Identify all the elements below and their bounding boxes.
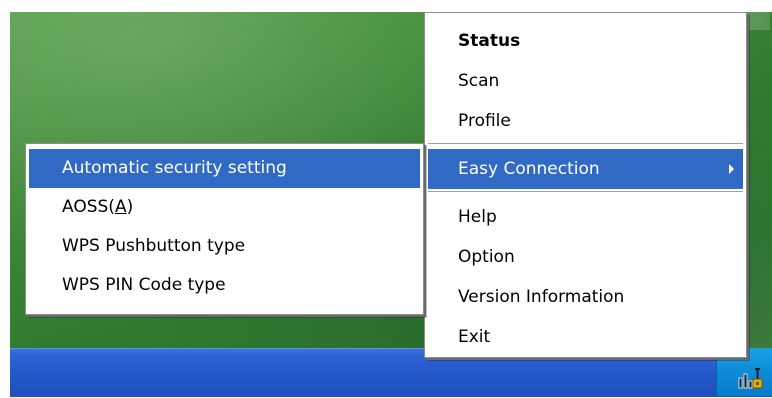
menu-separator — [428, 143, 743, 145]
menu-item-option[interactable]: Option — [425, 237, 746, 277]
menu-item-profile[interactable]: Profile — [425, 101, 746, 141]
wireless-signal-icon[interactable] — [738, 366, 764, 390]
wireless-signal-icon-graphic — [738, 368, 763, 389]
submenu-item-wps-pushbutton[interactable]: WPS Pushbutton type — [26, 227, 423, 266]
menu-item-scan[interactable]: Scan — [425, 61, 746, 101]
submenu-arrow-icon — [729, 164, 734, 174]
submenu-item-aoss-accelerator: A — [114, 197, 127, 217]
menu-item-version-information[interactable]: Version Information — [425, 277, 746, 317]
submenu-item-aoss-suffix: ) — [126, 197, 134, 217]
menu-separator — [428, 191, 743, 193]
menu-item-help[interactable]: Help — [425, 197, 746, 237]
menu-item-status[interactable]: Status — [425, 21, 746, 61]
menu-item-exit[interactable]: Exit — [425, 317, 746, 357]
submenu-item-automatic-security-setting[interactable]: Automatic security setting — [29, 149, 420, 188]
easy-connection-submenu: Automatic security setting AOSS(A) WPS P… — [25, 143, 424, 315]
menu-item-easy-connection[interactable]: Easy Connection — [428, 149, 743, 189]
submenu-item-aoss-prefix: AOSS( — [62, 197, 115, 217]
menu-item-easy-connection-label: Easy Connection — [458, 159, 600, 179]
tray-context-menu: Status Scan Profile Easy Connection Help… — [424, 12, 747, 358]
submenu-item-aoss[interactable]: AOSS(A) — [26, 188, 423, 227]
submenu-item-wps-pin-code[interactable]: WPS PIN Code type — [26, 266, 423, 305]
